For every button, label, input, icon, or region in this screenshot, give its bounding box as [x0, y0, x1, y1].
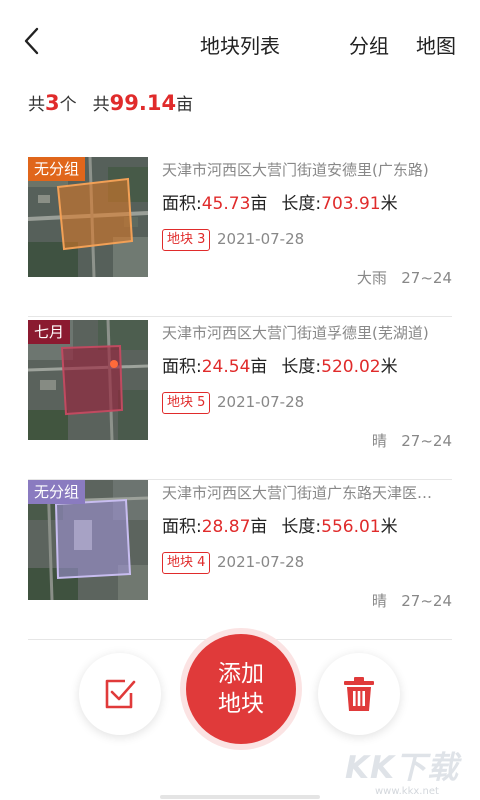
plot-count: 3	[45, 91, 60, 115]
plot-card[interactable]: 七月 天津市河西区大营门街道孚德里(芜湖道) 面积:24.54亩 长度:520.0…	[28, 320, 452, 480]
plot-card[interactable]: 无分组 天津市河西区大营门街道广东路天津医… 面积:28.87亩 长度:556.0…	[28, 480, 452, 640]
length-unit: 米	[380, 194, 398, 214]
weather-text: 大雨	[356, 269, 387, 287]
map-button[interactable]: 地图	[416, 30, 456, 59]
summary-prefix-count: 共	[28, 95, 45, 115]
plot-metrics: 面积:45.73亩 长度:703.91米	[162, 189, 398, 214]
length-unit: 米	[380, 517, 398, 537]
plot-address: 天津市河西区大营门街道孚德里(芜湖道)	[162, 324, 429, 342]
plot-satellite-thumbnail: 无分组	[28, 480, 148, 600]
weather-text: 晴	[371, 432, 387, 450]
area-unit: 亩	[250, 357, 268, 377]
home-indicator	[160, 795, 320, 799]
group-tag: 七月	[28, 320, 71, 344]
trash-icon	[344, 677, 374, 711]
plot-satellite-thumbnail: 无分组	[28, 157, 148, 277]
area-unit: 亩	[250, 517, 268, 537]
checkbox-icon	[105, 679, 136, 709]
area-label: 面积:	[162, 357, 202, 377]
length-label: 长度:	[281, 357, 322, 377]
add-button-line2: 地块	[218, 691, 264, 717]
area-value: 28.87	[201, 517, 251, 537]
length-value: 520.02	[321, 357, 381, 377]
area-label: 面积:	[162, 517, 202, 537]
temperature-range: 27~24	[401, 269, 452, 287]
area-value: 45.73	[201, 194, 251, 214]
plot-card[interactable]: 无分组 天津市河西区大营门街道安德里(广东路) 面积:45.73亩 长度:703.…	[28, 157, 452, 317]
length-value: 556.01	[321, 517, 381, 537]
length-label: 长度:	[281, 517, 322, 537]
select-button[interactable]	[79, 653, 161, 735]
total-area: 99.14	[109, 91, 177, 115]
count-unit: 个	[59, 95, 77, 115]
group-button[interactable]: 分组	[349, 30, 389, 59]
plot-polygon	[60, 344, 124, 416]
plot-date: 2021-07-28	[217, 553, 305, 571]
area-value: 24.54	[201, 357, 251, 377]
plot-weather: 大雨 27~24	[357, 267, 452, 288]
plot-metrics: 面积:28.87亩 长度:556.01米	[162, 512, 398, 537]
group-tag: 无分组	[28, 480, 86, 504]
add-button-line1: 添加	[218, 661, 264, 687]
length-label: 长度:	[281, 194, 322, 214]
group-tag: 无分组	[28, 157, 86, 181]
delete-button[interactable]	[318, 653, 400, 735]
area-label: 面积:	[162, 194, 202, 214]
plot-address: 天津市河西区大营门街道广东路天津医…	[162, 484, 433, 502]
plot-satellite-thumbnail: 七月	[28, 320, 148, 440]
plot-date: 2021-07-28	[217, 393, 305, 411]
length-value: 703.91	[321, 194, 381, 214]
plot-weather: 晴 27~24	[372, 590, 452, 611]
area-unit: 亩	[250, 194, 268, 214]
plot-metrics: 面积:24.54亩 长度:520.02米	[162, 352, 398, 377]
plot-polygon	[54, 498, 132, 580]
watermark-url: www.kkx.net	[375, 786, 439, 797]
page-title: 地块列表	[200, 34, 280, 58]
add-plot-button[interactable]: 添加 地块	[186, 634, 296, 744]
plot-label-badge: 地块 5	[162, 392, 211, 414]
watermark: KK下载 www.kkx.net	[335, 742, 475, 800]
watermark-logo: KK下载	[345, 750, 460, 786]
temperature-range: 27~24	[401, 592, 452, 610]
summary-prefix-area: 共	[92, 95, 110, 115]
weather-text: 晴	[371, 592, 387, 610]
temperature-range: 27~24	[401, 432, 452, 450]
total-area-unit: 亩	[176, 95, 194, 115]
summary-line: 共3个 共99.14亩	[28, 90, 193, 115]
top-bar: 地块列表 分组 地图	[0, 0, 480, 84]
plot-label-badge: 地块 3	[162, 229, 211, 251]
length-unit: 米	[380, 357, 398, 377]
plot-label-badge: 地块 4	[162, 552, 211, 574]
plot-address: 天津市河西区大营门街道安德里(广东路)	[162, 161, 429, 179]
plot-polygon	[56, 177, 134, 251]
plot-date: 2021-07-28	[217, 230, 305, 248]
plot-weather: 晴 27~24	[372, 430, 452, 451]
